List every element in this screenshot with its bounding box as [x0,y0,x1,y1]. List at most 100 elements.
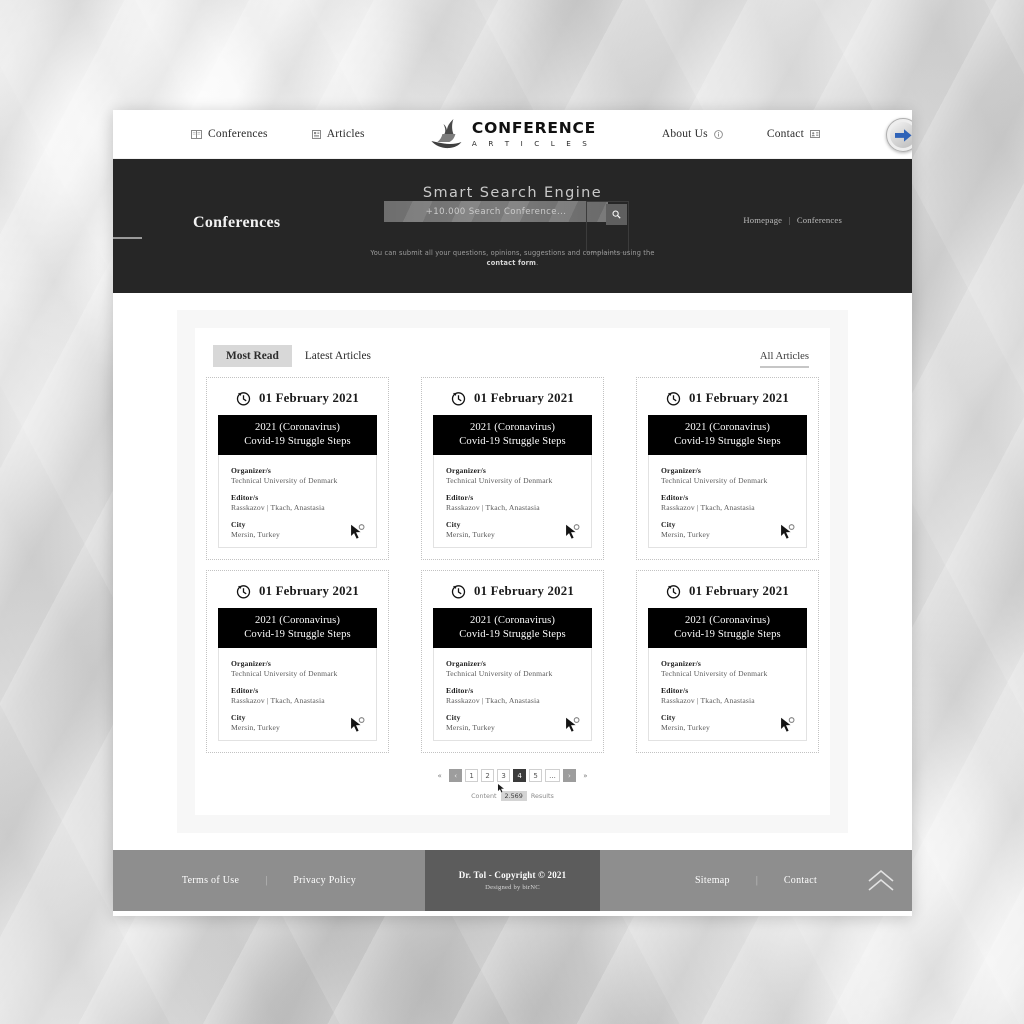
contact-form-link[interactable]: contact form [487,259,536,267]
card-header: 01 February 2021 [433,584,592,599]
card-editor: Editor/s Rasskazov | Tkach, Anastasia [446,686,580,705]
forward-arrow-button[interactable] [886,118,912,152]
search-button[interactable] [586,201,629,253]
card-city: City Mersin, Turkey [661,520,795,539]
content-panel: Most Read Latest Articles All Articles 0… [177,310,848,834]
card-city-label: City [231,713,246,723]
card-editor-label: Editor/s [231,493,259,503]
card-city-value: Mersin, Turkey [231,723,280,733]
search-input[interactable] [384,201,608,222]
card-banner-line2: Covid-19 Struggle Steps [244,435,351,447]
card-city-label: City [446,520,461,530]
nav-item-articles-label: Articles [326,128,365,140]
page-prev-button[interactable]: ‹ [449,769,463,783]
arrow-cursor-icon [350,716,365,733]
hero-note: You can submit all your questions, opini… [363,248,663,268]
page-next-button[interactable]: › [562,769,576,783]
page-button-4-active[interactable]: 4 [513,769,527,783]
card-body: Organizer/s Technical University of Denma… [433,455,592,549]
card-city-value: Mersin, Turkey [231,530,280,540]
card-organizer-value: Technical University of Denmark [231,669,338,679]
page-button-2[interactable]: 2 [481,769,495,783]
page-button-5[interactable]: 5 [529,769,543,783]
footer-link-terms-of-use[interactable]: Terms of Use [182,875,239,886]
card-banner-line1: 2021 (Coronavirus) [684,615,771,627]
content-outer: Most Read Latest Articles All Articles 0… [113,293,912,834]
footer-link-sitemap[interactable]: Sitemap [695,875,730,886]
content-inner: Most Read Latest Articles All Articles 0… [195,328,830,816]
card-organizer-value: Technical University of Denmark [661,476,768,486]
conference-card[interactable]: 01 February 2021 2021 (Coronavirus) Covid-… [206,377,389,561]
breadcrumb-current[interactable]: Conferences [797,215,842,225]
card-banner-line1: 2021 (Coronavirus) [469,615,556,627]
page-last-button[interactable]: » [579,769,592,782]
card-city: City Mersin, Turkey [446,520,580,539]
card-organizer-label: Organizer/s [231,466,272,476]
card-editor-label: Editor/s [661,493,689,503]
card-banner-line1: 2021 (Coronavirus) [684,422,771,433]
card-body: Organizer/s Technical University of Denma… [218,648,377,742]
nav-item-about-us-label: About Us [661,128,708,140]
breadcrumb-home[interactable]: Homepage [743,215,782,225]
conference-card[interactable]: 01 February 2021 2021 (Coronavirus) Covid-… [421,377,604,561]
card-editor-label: Editor/s [446,686,474,696]
card-organizer-label: Organizer/s [231,659,272,669]
conference-card-grid: 01 February 2021 2021 (Coronavirus) Covid-… [206,377,819,754]
card-organizer-value: Technical University of Denmark [446,669,553,679]
card-editor: Editor/s Rasskazov | Tkach, Anastasia [661,493,795,512]
page-first-button[interactable]: « [433,769,446,782]
card-city-label: City [231,520,246,530]
nav-item-contact[interactable]: Contact [767,128,820,140]
pagination-zone: « ‹ 1 2 3 4 5 ... › » Content 2.569 Resu… [206,769,819,802]
card-date: 01 February 2021 [474,584,574,599]
hero-note-suffix: . [536,259,539,268]
card-city: City Mersin, Turkey [661,713,795,732]
nav-item-articles[interactable]: Articles [311,128,365,140]
card-banner: 2021 (Coronavirus) Covid-19 Struggle Step… [648,608,807,649]
card-banner: 2021 (Coronavirus) Covid-19 Struggle Step… [218,415,377,456]
card-organizer-value: Technical University of Denmark [661,669,768,679]
footer-copyright: Dr. Tol - Copyright © 2021 [458,870,567,881]
page-button-3[interactable]: 3 [497,769,511,783]
card-city: City Mersin, Turkey [231,520,365,539]
nav-item-about-us[interactable]: About Us [662,128,723,140]
card-banner: 2021 (Coronavirus) Covid-19 Struggle Step… [218,608,377,649]
conference-card[interactable]: 01 February 2021 2021 (Coronavirus) Covid-… [636,570,819,754]
card-editor: Editor/s Rasskazov | Tkach, Anastasia [231,493,365,512]
back-to-top-button[interactable] [864,866,898,896]
card-organizer-value: Technical University of Denmark [231,476,338,486]
card-header: 01 February 2021 [218,391,377,406]
footer-link-contact[interactable]: Contact [784,875,817,886]
footer-link-privacy-policy[interactable]: Privacy Policy [293,875,356,886]
card-editor-value: Rasskazov | Tkach, Anastasia [231,503,325,513]
all-articles-link[interactable]: All Articles [759,351,809,368]
card-editor-value: Rasskazov | Tkach, Anastasia [446,503,540,513]
card-banner: 2021 (Coronavirus) Covid-19 Struggle Step… [433,608,592,649]
card-organizer-label: Organizer/s [661,466,702,476]
breadcrumb: Homepage | Conferences [743,215,842,225]
search-zone [384,201,629,253]
conference-card[interactable]: 01 February 2021 2021 (Coronavirus) Covid-… [636,377,819,561]
tab-most-read[interactable]: Most Read [213,345,292,367]
nav-item-conferences[interactable]: Conferences [191,128,268,140]
tab-latest-articles[interactable]: Latest Articles [292,345,384,367]
card-organizer-label: Organizer/s [446,466,487,476]
clock-icon [236,585,251,599]
browser-viewport: Conferences Articles CONFERENCE A R T I … [113,110,912,916]
card-body: Organizer/s Technical University of Denma… [433,648,592,742]
footer-separator-right: | [755,875,758,887]
pagination: « ‹ 1 2 3 4 5 ... › » [433,769,592,783]
card-city: City Mersin, Turkey [231,713,365,732]
tabs-row: Most Read Latest Articles All Articles [206,345,819,368]
card-city-value: Mersin, Turkey [446,723,495,733]
conference-card[interactable]: 01 February 2021 2021 (Coronavirus) Covid-… [206,570,389,754]
card-editor-label: Editor/s [446,493,474,503]
card-editor-label: Editor/s [661,686,689,696]
arrow-cursor-icon [780,523,795,540]
card-organizer: Organizer/s Technical University of Denma… [231,466,365,485]
conference-card[interactable]: 01 February 2021 2021 (Coronavirus) Covid-… [421,570,604,754]
page-title: Conferences [193,213,281,231]
site-footer: Terms of Use | Privacy Policy Dr. Tol - … [113,850,912,912]
site-logo[interactable]: CONFERENCE A R T I C L E S [429,119,596,149]
page-button-1[interactable]: 1 [465,769,479,783]
